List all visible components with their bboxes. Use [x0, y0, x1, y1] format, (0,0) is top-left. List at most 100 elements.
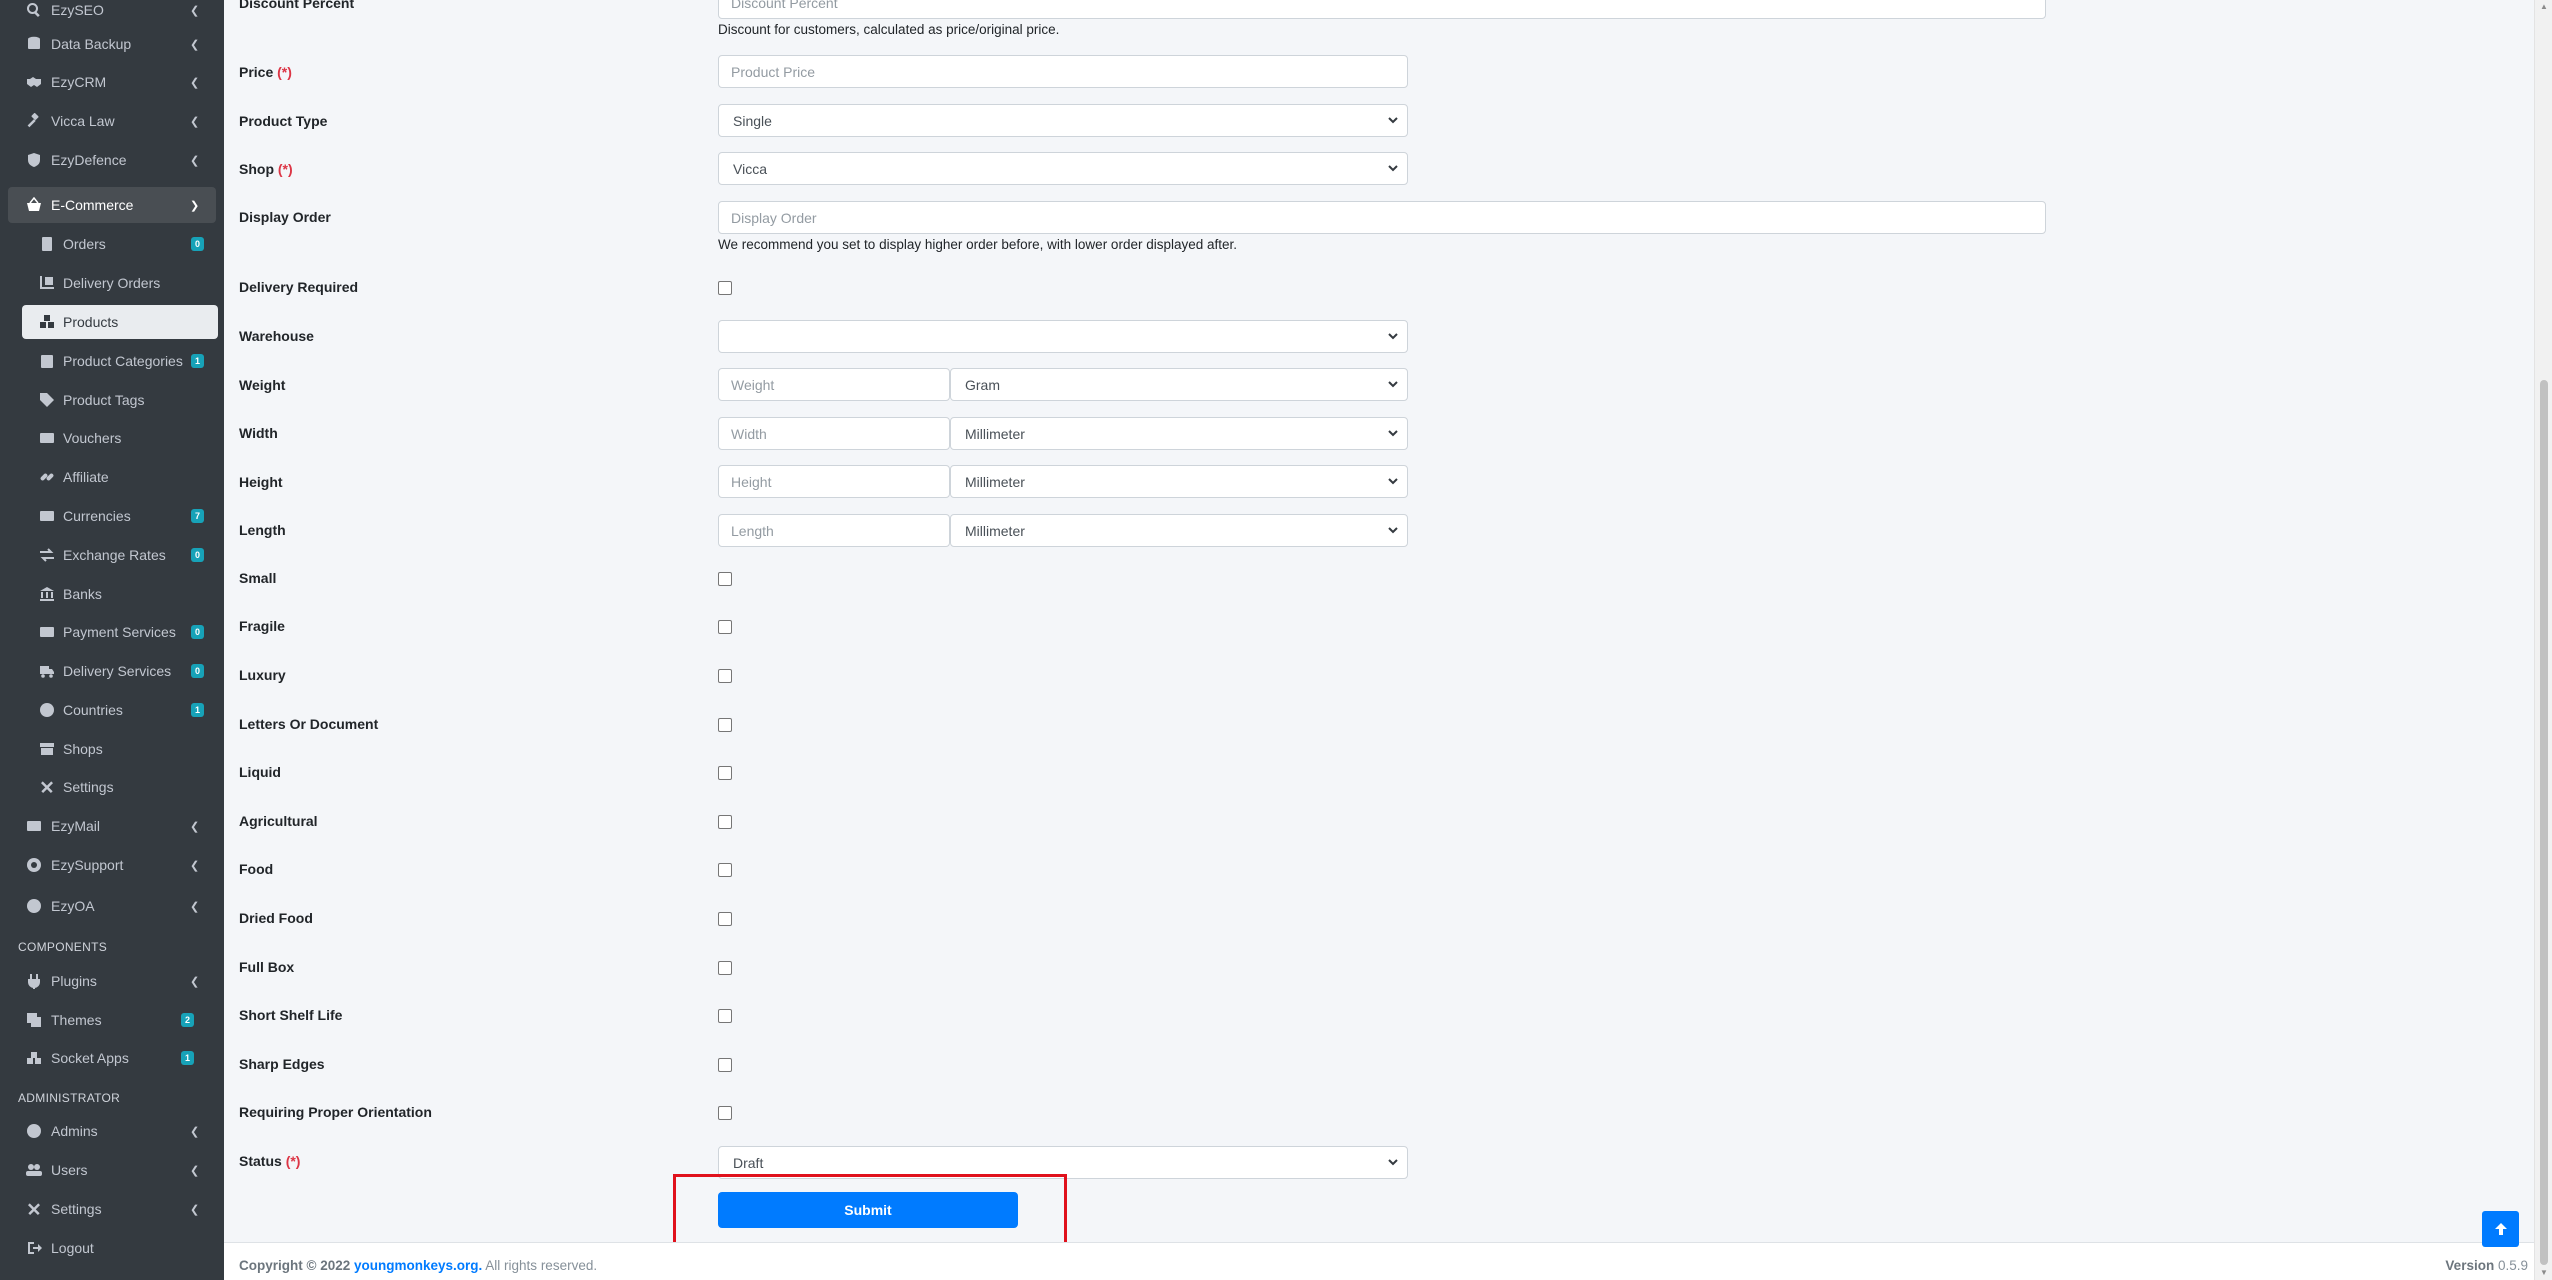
sidebar: EzySEO ❮ Data Backup ❮ EzyCRM ❮ Vicca La…: [0, 0, 224, 1280]
sidebar-item-affiliate[interactable]: Affiliate: [22, 460, 218, 494]
letters-or-document-label: Letters Or Document: [239, 716, 379, 732]
sidebar-item-label: EzyCRM: [51, 74, 107, 90]
tags-icon: [38, 391, 56, 409]
display-order-input[interactable]: [718, 201, 2046, 234]
width-unit-select[interactable]: Millimeter: [950, 417, 1408, 450]
shop-value: Vicca: [733, 160, 767, 177]
sidebar-item-label: EzyOA: [51, 898, 95, 914]
length-input[interactable]: [718, 514, 950, 547]
sidebar-item-users[interactable]: Users ❮: [8, 1153, 216, 1187]
count-badge: 2: [181, 1013, 194, 1027]
sidebar-item-products[interactable]: Products: [22, 305, 218, 339]
chevron-left-icon: ❮: [190, 900, 200, 913]
product-type-select[interactable]: Single: [718, 104, 1408, 137]
sidebar-item-logout[interactable]: Logout: [8, 1231, 216, 1265]
full-box-checkbox[interactable]: [718, 961, 732, 975]
food-checkbox[interactable]: [718, 863, 732, 877]
sidebar-item-vouchers[interactable]: Vouchers: [22, 421, 218, 455]
sidebar-item-settings[interactable]: Settings ❮: [8, 1192, 216, 1226]
scroll-down-icon[interactable]: ▼: [2540, 1268, 2548, 1277]
sidebar-item-vicca-law[interactable]: Vicca Law ❮: [8, 104, 216, 138]
sidebar-item-label: Settings: [51, 1201, 102, 1217]
sidebar-item-delivery-services[interactable]: Delivery Services 0: [22, 654, 218, 688]
handshake-icon: [25, 73, 43, 91]
sidebar-item-label: Currencies: [63, 508, 131, 524]
height-input[interactable]: [718, 465, 950, 498]
luxury-label: Luxury: [239, 667, 286, 683]
sidebar-item-ecommerce-settings[interactable]: Settings: [22, 770, 218, 804]
page-scrollbar[interactable]: ▲ ▼: [2534, 0, 2552, 1280]
scrollbar-thumb[interactable]: [2540, 380, 2548, 1265]
chevron-left-icon: ❮: [190, 1203, 200, 1216]
sidebar-item-ecommerce[interactable]: E-Commerce ❯: [8, 187, 216, 223]
back-to-top-button[interactable]: [2482, 1211, 2519, 1247]
delivery-required-label: Delivery Required: [239, 279, 359, 295]
sidebar-item-label: Affiliate: [63, 469, 109, 485]
weight-input[interactable]: [718, 368, 950, 401]
product-type-value: Single: [733, 112, 772, 129]
sidebar-item-exchange-rates[interactable]: Exchange Rates 0: [22, 538, 218, 572]
height-label: Height: [239, 474, 283, 490]
scroll-up-icon[interactable]: ▲: [2540, 2, 2548, 11]
food-label: Food: [239, 861, 274, 877]
sidebar-item-ezymail[interactable]: EzyMail ❮: [8, 809, 216, 843]
sidebar-item-label: Users: [51, 1162, 88, 1178]
fragile-checkbox[interactable]: [718, 620, 732, 634]
height-unit-select[interactable]: Millimeter: [950, 465, 1408, 498]
sidebar-item-countries[interactable]: Countries 1: [22, 693, 218, 727]
letters-or-document-checkbox[interactable]: [718, 718, 732, 732]
sidebar-item-product-categories[interactable]: Product Categories 1: [22, 344, 218, 378]
sidebar-item-themes[interactable]: Themes 2: [8, 1003, 216, 1037]
count-badge: 1: [181, 1051, 194, 1065]
sidebar-item-plugins[interactable]: Plugins ❮: [8, 964, 216, 998]
exchange-icon: [38, 546, 56, 564]
delivery-required-checkbox[interactable]: [718, 281, 732, 295]
plug-icon: [25, 972, 43, 990]
version-label: Version: [2445, 1258, 2495, 1273]
dried-food-checkbox[interactable]: [718, 912, 732, 926]
sidebar-item-payment-services[interactable]: Payment Services 0: [22, 615, 218, 649]
sidebar-item-ezyseo[interactable]: EzySEO ❮: [8, 0, 216, 27]
sidebar-item-delivery-orders[interactable]: Delivery Orders: [22, 266, 218, 300]
luxury-checkbox[interactable]: [718, 669, 732, 683]
price-input[interactable]: [718, 55, 1408, 88]
sidebar-item-orders[interactable]: Orders 0: [22, 227, 218, 261]
length-unit-value: Millimeter: [965, 522, 1025, 539]
user-circle-icon: [25, 1122, 43, 1140]
sidebar-item-banks[interactable]: Banks: [22, 577, 218, 611]
short-shelf-life-checkbox[interactable]: [718, 1009, 732, 1023]
youngmonkeys-link[interactable]: youngmonkeys.org.: [354, 1258, 482, 1273]
width-input[interactable]: [718, 417, 950, 450]
warehouse-select[interactable]: [718, 320, 1408, 353]
sidebar-item-data-backup[interactable]: Data Backup ❮: [8, 27, 216, 61]
agricultural-checkbox[interactable]: [718, 815, 732, 829]
weight-unit-select[interactable]: Gram: [950, 368, 1408, 401]
dried-food-label: Dried Food: [239, 910, 313, 926]
sidebar-item-socket-apps[interactable]: Socket Apps 1: [8, 1041, 216, 1075]
requiring-proper-orientation-checkbox[interactable]: [718, 1106, 732, 1120]
sharp-edges-checkbox[interactable]: [718, 1058, 732, 1072]
sidebar-item-currencies[interactable]: Currencies 7: [22, 499, 218, 533]
product-type-label: Product Type: [239, 113, 328, 129]
submit-button[interactable]: Submit: [718, 1192, 1018, 1228]
discount-label: Discount Percent: [239, 0, 355, 11]
sidebar-item-admins[interactable]: Admins ❮: [8, 1114, 216, 1148]
sidebar-item-label: EzySupport: [51, 857, 124, 873]
discount-input[interactable]: [718, 0, 2046, 19]
gavel-icon: [25, 112, 43, 130]
sidebar-item-label: Product Tags: [63, 392, 145, 408]
sidebar-item-ezyoa[interactable]: EzyOA ❮: [8, 889, 216, 923]
small-checkbox[interactable]: [718, 572, 732, 586]
status-select[interactable]: Draft: [718, 1146, 1408, 1179]
sidebar-item-ezysupport[interactable]: EzySupport ❮: [8, 848, 216, 882]
sidebar-item-label: Orders: [63, 236, 106, 252]
sidebar-item-ezycrm[interactable]: EzyCRM ❮: [8, 65, 216, 99]
sidebar-item-product-tags[interactable]: Product Tags: [22, 383, 218, 417]
price-label-text: Price: [239, 64, 274, 80]
sidebar-item-shops[interactable]: Shops: [22, 732, 218, 766]
sidebar-item-ezydefence[interactable]: EzyDefence ❮: [8, 143, 216, 177]
users-icon: [25, 1161, 43, 1179]
liquid-checkbox[interactable]: [718, 766, 732, 780]
length-unit-select[interactable]: Millimeter: [950, 514, 1408, 547]
shop-select[interactable]: Vicca: [718, 152, 1408, 185]
